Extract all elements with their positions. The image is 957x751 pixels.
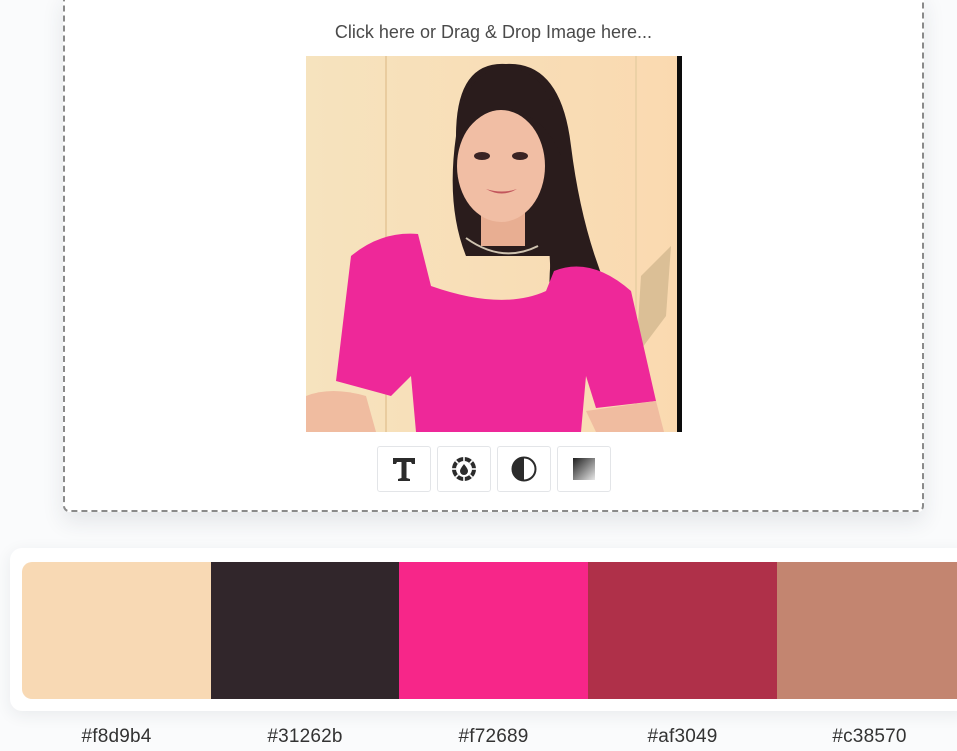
color-swatch[interactable] [777,562,957,699]
hex-code-label[interactable]: #f72689 [399,726,588,750]
color-swatch[interactable] [588,562,777,699]
hex-code-label[interactable]: #31262b [211,726,399,750]
hex-code-label[interactable]: #c38570 [777,726,957,750]
color-palette-page: Click here or Drag & Drop Image here... [0,0,957,751]
color-wheel-tool-button[interactable] [437,446,491,492]
color-swatch[interactable] [22,562,211,699]
text-icon [393,458,415,481]
contrast-tool-button[interactable] [497,446,551,492]
color-wheel-icon [452,457,476,481]
palette-hex-codes: #f8d9b4 #31262b #f72689 #af3049 #c38570 [22,726,957,750]
dropzone-hint: Click here or Drag & Drop Image here... [334,22,653,42]
uploaded-image-preview [306,56,682,432]
image-tools [377,446,611,492]
color-swatch[interactable] [211,562,399,699]
image-dropzone[interactable]: Click here or Drag & Drop Image here... [63,0,924,512]
text-tool-button[interactable] [377,446,431,492]
gradient-icon [573,458,595,480]
palette-swatches [22,562,957,699]
contrast-icon [511,456,537,482]
hex-code-label[interactable]: #f8d9b4 [22,726,211,750]
gradient-tool-button[interactable] [557,446,611,492]
hex-code-label[interactable]: #af3049 [588,726,777,750]
color-swatch[interactable] [399,562,588,699]
